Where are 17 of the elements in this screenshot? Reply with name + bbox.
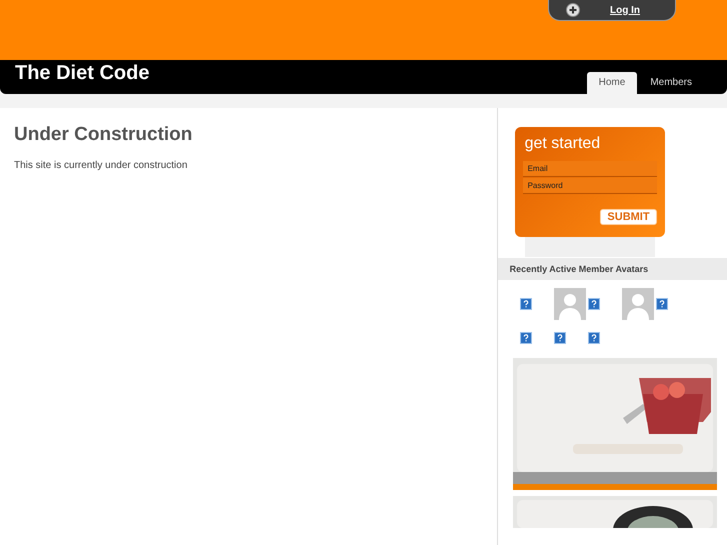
broken-image-icon[interactable] [520, 332, 532, 344]
site-title: The Diet Code [15, 62, 150, 85]
nav-tab[interactable]: Members [637, 72, 705, 94]
login-link[interactable]: Log In [610, 4, 640, 16]
card-title: get started [524, 135, 602, 153]
broken-image-icon[interactable] [554, 332, 566, 344]
broken-image-icon[interactable] [588, 298, 600, 310]
input-field[interactable]: Password [522, 178, 657, 194]
input-field[interactable]: Email [522, 161, 657, 177]
nav-tab[interactable]: Home [586, 72, 638, 94]
page-heading: Under Construction [14, 124, 194, 146]
broken-image-icon[interactable] [656, 298, 668, 310]
broken-image-icon[interactable] [588, 332, 600, 344]
widget-heading: Recently Active Member Avatars [498, 258, 727, 280]
broken-image-icon[interactable] [520, 298, 532, 310]
plus-icon[interactable] [566, 3, 580, 17]
body-text: This site is currently under construction [14, 160, 188, 171]
